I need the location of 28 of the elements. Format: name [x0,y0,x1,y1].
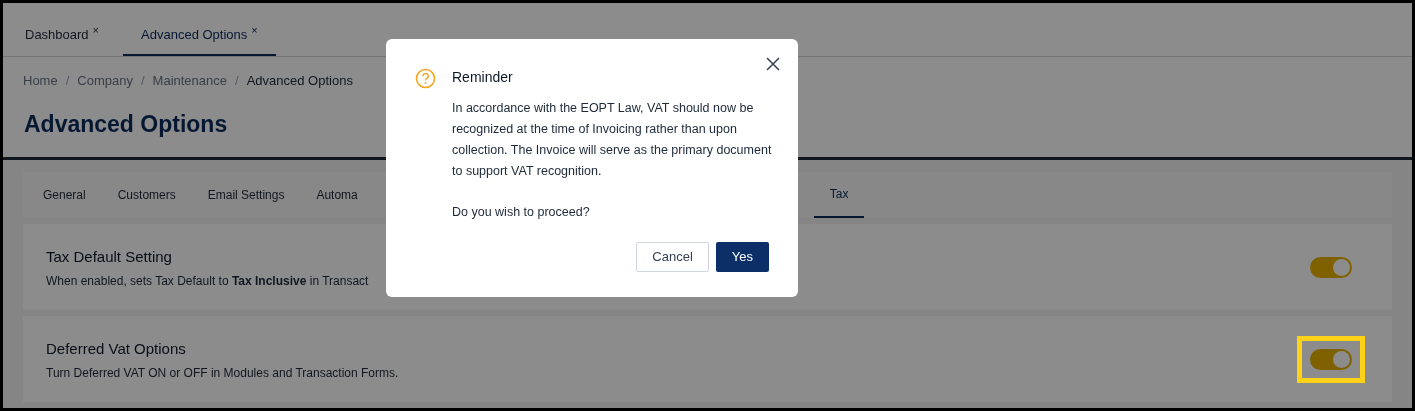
page-tab[interactable]: Advanced Options × [123,24,276,56]
dialog-title: Reminder [452,68,514,87]
toggle-switch[interactable] [1310,256,1352,278]
cancel-button[interactable]: Cancel [636,241,709,272]
settings-tab[interactable]: Tax [813,172,865,218]
toggle-switch[interactable] [1310,348,1352,370]
page-tab[interactable]: Dashboard × [25,24,100,56]
breadcrumb-item: Advanced Options [246,72,353,90]
breadcrumb-separator: / [140,72,145,90]
setting-title: Tax Default Setting [46,246,173,267]
breadcrumb-item[interactable]: Maintenance [152,71,228,91]
breadcrumb-item[interactable]: Company [77,71,133,91]
settings-tab[interactable]: Email Settings [191,172,301,218]
dialog-message: In accordance with the EOPT Law, VAT should now be recognized at the time of Invoicing rather than upon collection. The Invoice will serve as the primary document to support VAT recognition. [452,100,773,180]
question-icon [415,68,436,89]
settings-tab[interactable]: Customers [101,172,192,218]
breadcrumb-separator: / [235,72,239,90]
setting-description: When enabled, sets Tax Default to Tax Inclusive in Transact [46,273,369,291]
setting-title: Deferred Vat Options [46,338,187,359]
settings-tab[interactable]: General [27,172,102,218]
settings-tab[interactable]: Automa [300,172,374,218]
page-title: Advanced Options [24,109,228,139]
confirm-button[interactable]: Yes [715,241,769,272]
breadcrumb-item[interactable]: Home [23,71,58,91]
dialog-question: Do you wish to proceed? [452,204,591,221]
close-icon[interactable] [766,57,780,71]
breadcrumb-separator: / [65,72,70,90]
setting-description: Turn Deferred VAT ON or OFF in Modules and Transaction Forms. [46,365,399,383]
